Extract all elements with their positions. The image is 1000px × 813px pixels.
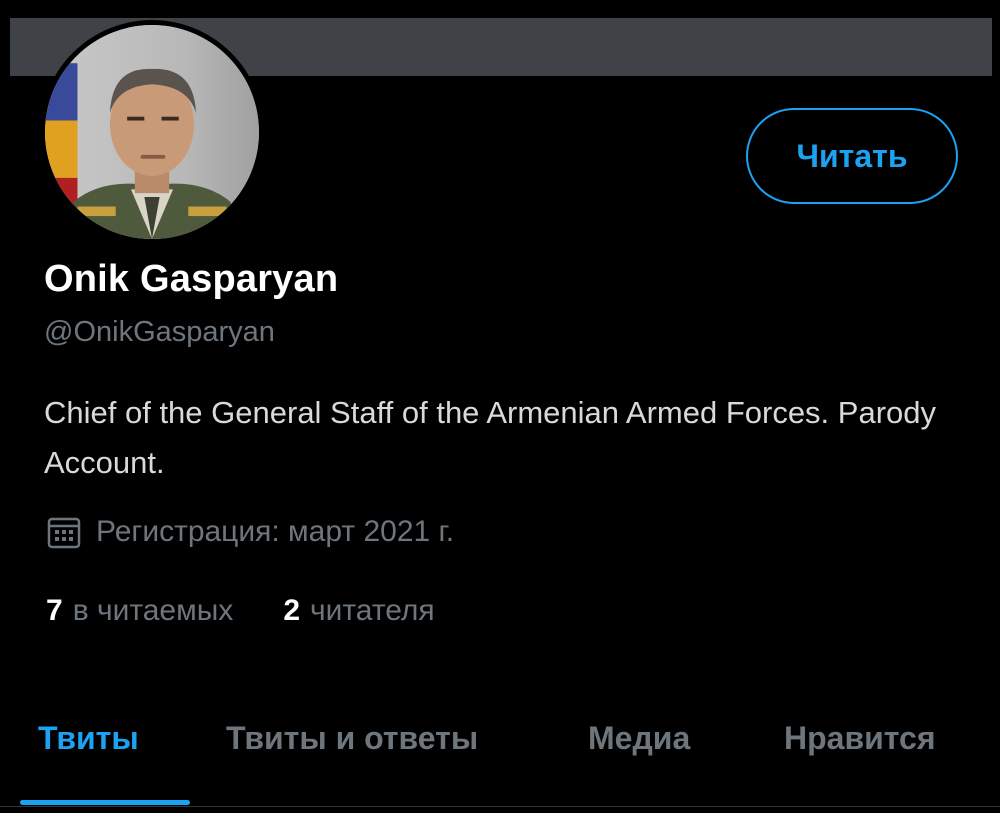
profile-bio: Chief of the General Staff of the Armeni…	[44, 395, 937, 480]
follow-stats: 7 в читаемых 2 читателя	[46, 594, 485, 628]
joined-label: Регистрация: март 2021 г.	[96, 515, 455, 548]
followers-count: 2	[283, 594, 300, 627]
followers-label: читателя	[310, 594, 435, 627]
joined-date: Регистрация: март 2021 г.	[46, 514, 454, 550]
tab-media[interactable]: Медиа	[588, 720, 690, 757]
followers-link[interactable]: 2 читателя	[283, 594, 434, 628]
following-link[interactable]: 7 в читаемых	[46, 594, 233, 628]
calendar-icon	[47, 517, 81, 549]
user-handle: @OnikGasparyan	[44, 316, 275, 348]
display-name: Onik Gasparyan	[44, 258, 339, 300]
profile-page: Читать Onik Gasparyan @OnikGasparyan Chi…	[0, 0, 1000, 813]
active-tab-indicator	[20, 800, 190, 805]
avatar-image	[45, 25, 259, 239]
tab-tweets-and-replies[interactable]: Твиты и ответы	[226, 720, 478, 757]
following-label: в читаемых	[72, 594, 234, 627]
follow-button[interactable]: Читать	[746, 108, 958, 204]
tab-likes[interactable]: Нравится	[784, 720, 936, 757]
tab-tweets[interactable]: Твиты	[38, 720, 139, 757]
following-count: 7	[46, 594, 63, 627]
profile-tabs: Твиты Твиты и ответы Медиа Нравится	[0, 700, 1000, 805]
divider	[0, 806, 1000, 807]
avatar[interactable]	[40, 20, 264, 244]
